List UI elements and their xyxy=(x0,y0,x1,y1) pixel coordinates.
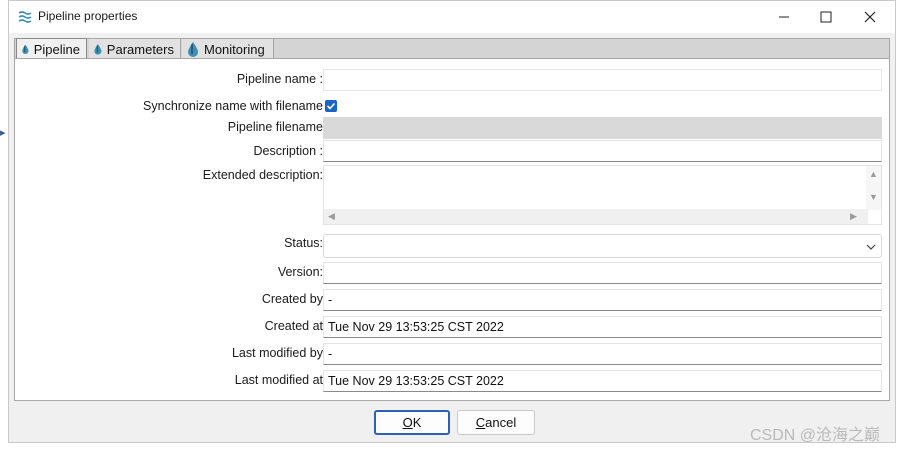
scroll-down-icon[interactable]: ▼ xyxy=(869,193,878,202)
drop-icon xyxy=(94,44,102,55)
pipeline-filename-label: Pipeline filename xyxy=(227,120,323,134)
tab-monitoring-label: Monitoring xyxy=(204,41,265,57)
minimize-button[interactable] xyxy=(761,1,807,33)
status-select[interactable] xyxy=(323,234,882,258)
description-label: Description : xyxy=(253,144,323,158)
sync-name-label: Synchronize name with filename xyxy=(143,99,323,113)
waves-icon xyxy=(18,11,32,23)
drop-icon xyxy=(22,44,29,54)
close-icon xyxy=(864,11,876,23)
status-label: Status: xyxy=(284,236,323,250)
pipeline-name-label: Pipeline name : xyxy=(236,72,323,86)
minimize-icon xyxy=(779,16,789,18)
tab-parameters-label: Parameters xyxy=(106,41,174,57)
last-modified-at-field[interactable]: Tue Nov 29 13:53:25 CST 2022 xyxy=(323,370,882,392)
created-by-field[interactable]: - xyxy=(323,289,882,311)
version-label: Version: xyxy=(277,265,323,279)
scroll-up-icon[interactable]: ▲ xyxy=(869,170,878,179)
window-title: Pipeline properties xyxy=(38,9,138,23)
close-button[interactable] xyxy=(847,1,893,33)
title-bar: Pipeline properties xyxy=(9,1,895,33)
cancel-label-rest: ancel xyxy=(485,415,517,430)
cancel-button[interactable]: Cancel xyxy=(457,410,535,435)
maximize-button[interactable] xyxy=(803,1,849,33)
maximize-icon xyxy=(820,11,832,23)
description-input[interactable] xyxy=(323,140,882,162)
tab-monitoring[interactable]: Monitoring xyxy=(182,39,274,59)
drop-icon xyxy=(188,42,198,57)
chevron-down-icon xyxy=(866,244,876,250)
scroll-left-icon[interactable]: ◀ xyxy=(328,212,335,221)
scroll-right-icon[interactable]: ▶ xyxy=(850,212,857,221)
sync-name-checkbox[interactable] xyxy=(325,100,337,112)
pipeline-properties-dialog: Pipeline properties Pipeline Parameters xyxy=(8,0,896,443)
pipeline-tab-panel: Pipeline name : Synchronize name with fi… xyxy=(14,58,890,401)
tab-bar: Pipeline Parameters Monitoring xyxy=(14,38,890,59)
created-at-field[interactable]: Tue Nov 29 13:53:25 CST 2022 xyxy=(323,316,882,338)
last-modified-at-label: Last modified at xyxy=(234,373,323,387)
pipeline-name-input[interactable] xyxy=(323,69,882,91)
tab-parameters[interactable]: Parameters xyxy=(89,39,181,59)
extended-description-textarea[interactable]: ▲ ▼ ◀ ▶ xyxy=(323,165,882,225)
ok-label-rest: K xyxy=(412,415,422,430)
created-at-label: Created at xyxy=(264,319,323,333)
cancel-mnemonic: C xyxy=(475,415,486,430)
background-arrow-icon: ▸ xyxy=(0,127,6,139)
last-modified-by-field[interactable]: - xyxy=(323,343,882,365)
ok-button[interactable]: OK xyxy=(374,410,450,435)
vertical-scrollbar[interactable]: ▲ ▼ xyxy=(866,166,881,210)
horizontal-scrollbar[interactable]: ◀ ▶ xyxy=(324,209,868,224)
created-by-label: Created by xyxy=(261,292,323,306)
tab-pipeline-label: Pipeline xyxy=(33,41,80,57)
watermark-text: CSDN @沧海之巅 xyxy=(750,427,881,444)
last-modified-by-label: Last modified by xyxy=(231,346,323,360)
extended-description-label: Extended description: xyxy=(202,168,323,182)
ok-mnemonic: O xyxy=(402,415,413,430)
tab-pipeline[interactable]: Pipeline xyxy=(16,38,87,59)
pipeline-filename-input xyxy=(323,117,882,139)
version-input[interactable] xyxy=(323,262,882,284)
checkmark-icon xyxy=(326,102,336,110)
